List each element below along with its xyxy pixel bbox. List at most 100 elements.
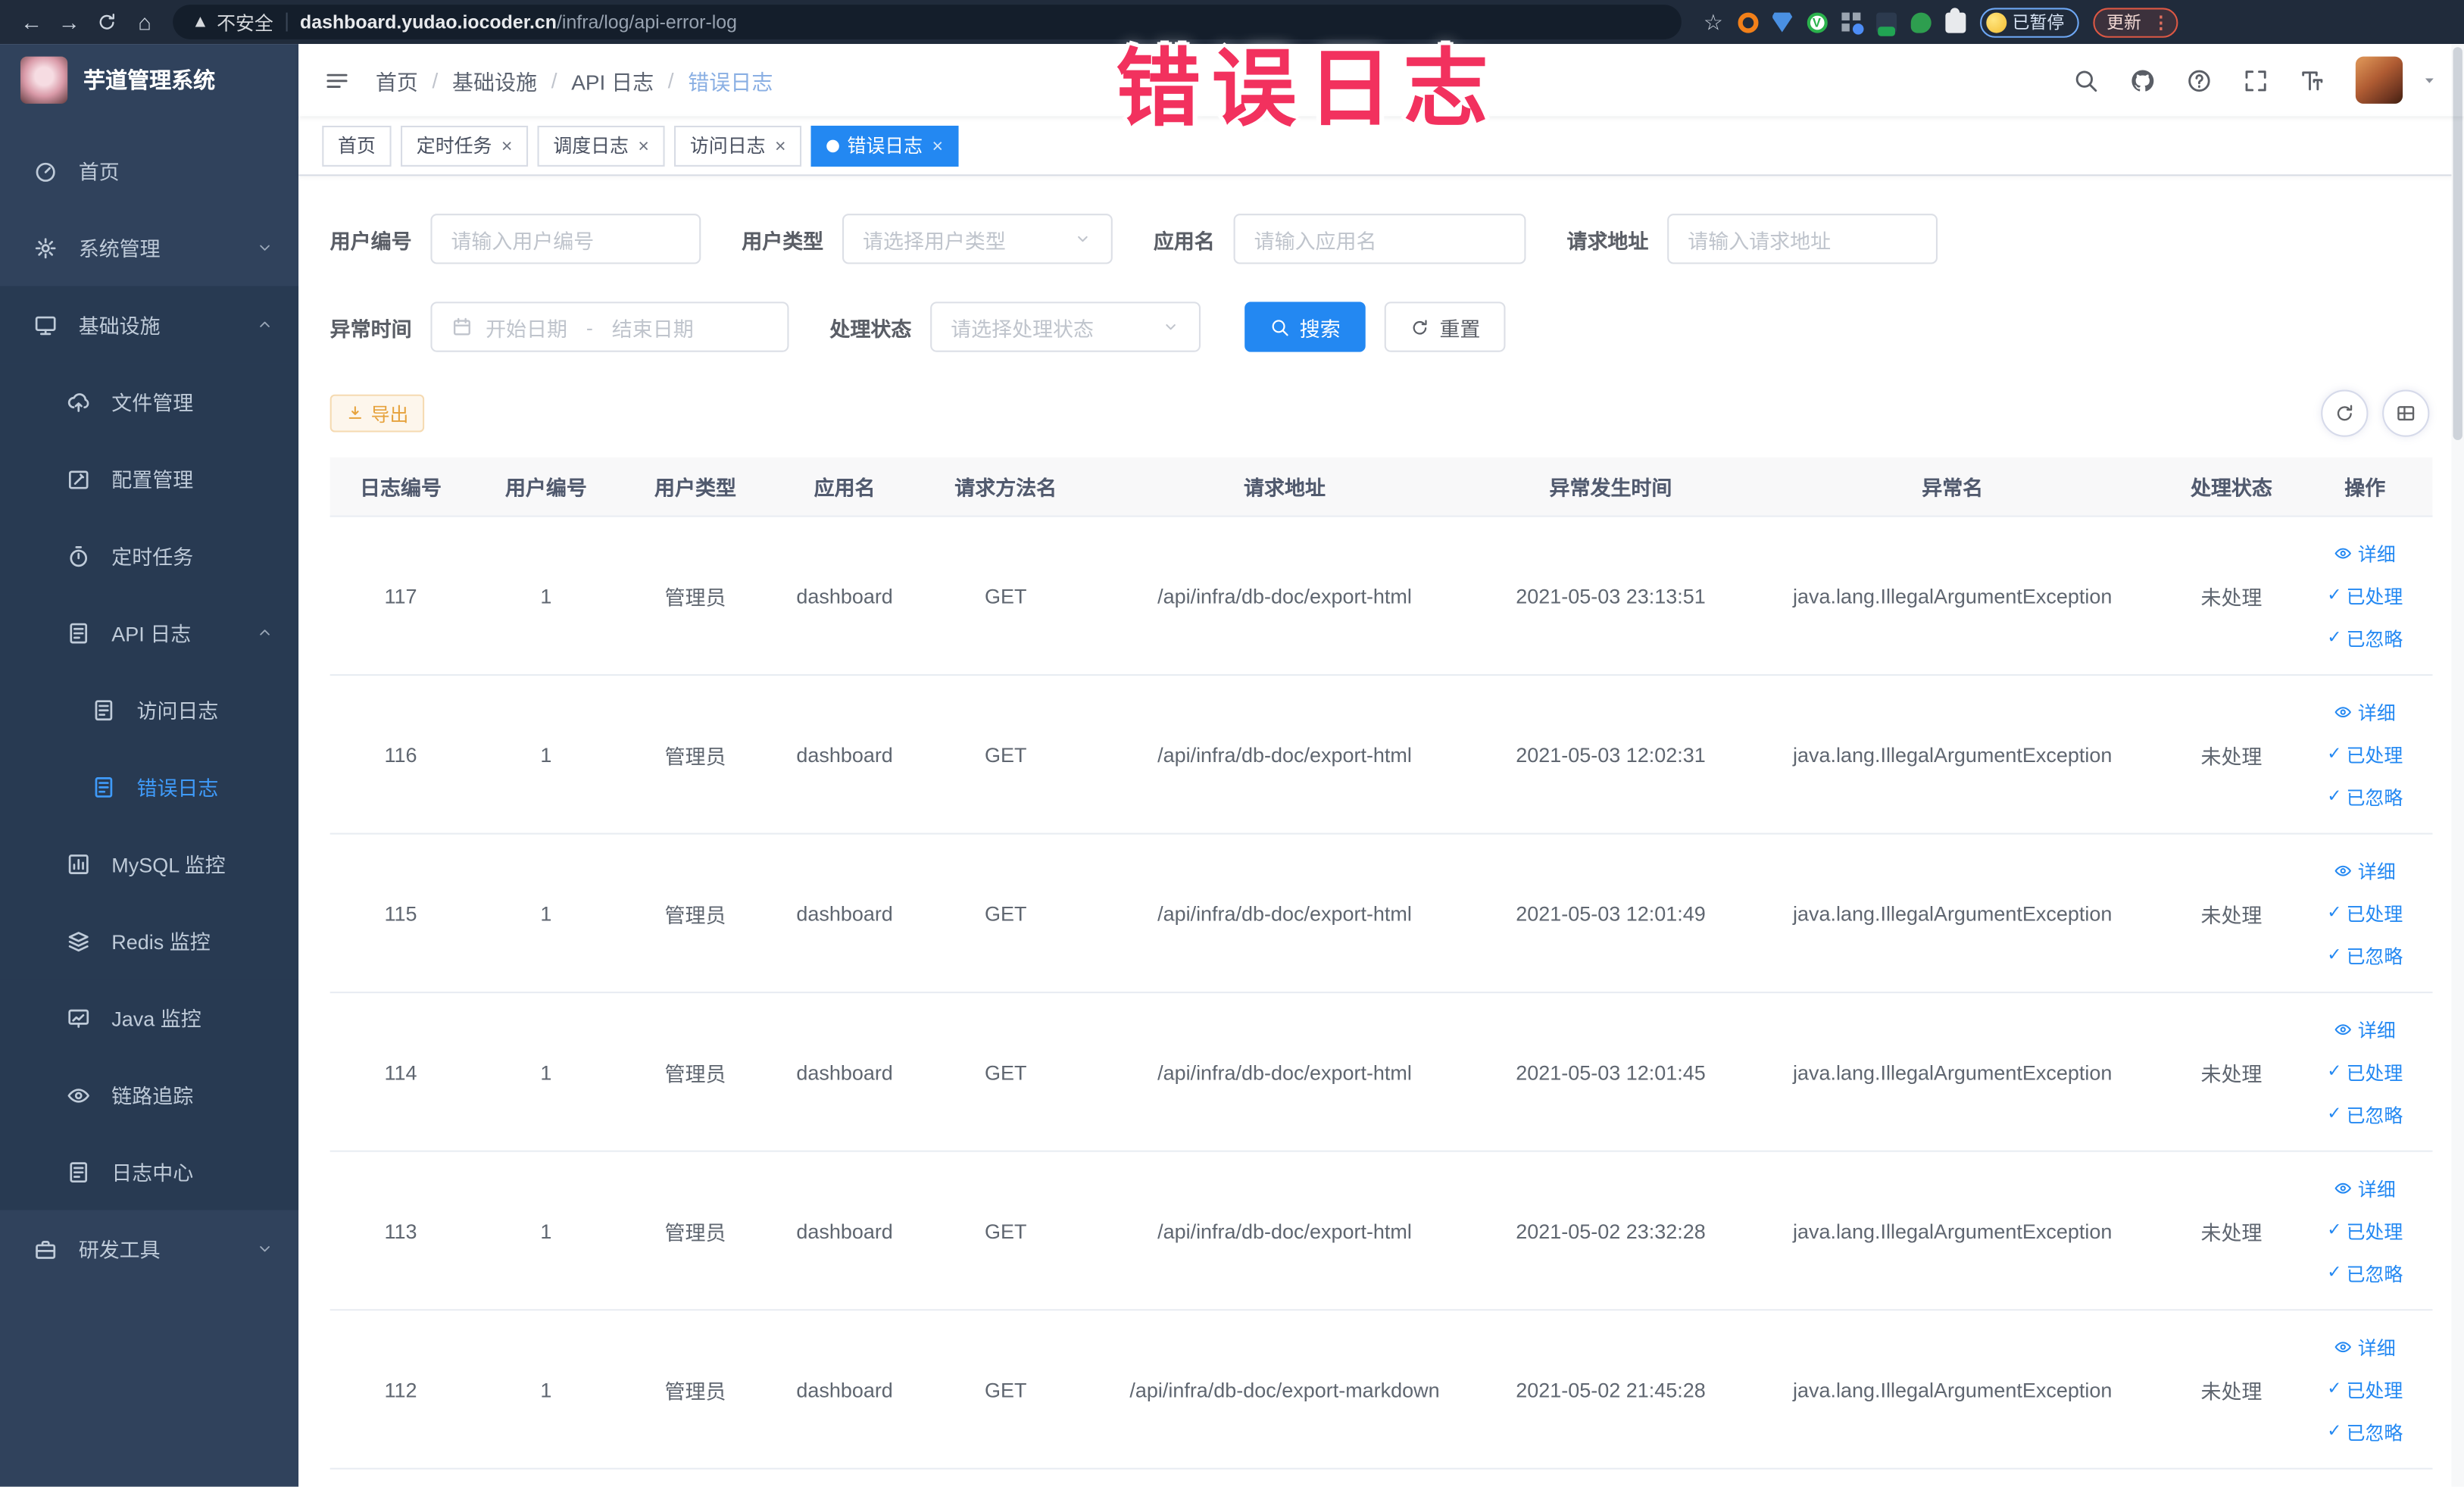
extension-shield-icon[interactable]: [1772, 11, 1793, 33]
extension-orange-icon[interactable]: [1737, 11, 1758, 33]
tab-close-icon[interactable]: ×: [638, 136, 649, 155]
sidebar-item-home[interactable]: 首页: [0, 132, 298, 209]
breadcrumb-item[interactable]: API 日志: [571, 64, 654, 95]
hamburger-icon[interactable]: [323, 67, 350, 93]
exception-time-input[interactable]: 开始日期 - 结束日期: [430, 301, 789, 352]
sidebar-item-api-log[interactable]: API 日志: [0, 594, 299, 671]
browser-menu-icon[interactable]: ⋮: [2152, 12, 2169, 33]
action-done-link[interactable]: ✓ 已处理: [2327, 1217, 2403, 1244]
address-bar[interactable]: ▲️ 不安全 dashboard.yudao.iocoder.cn/infra/…: [173, 5, 1682, 39]
back-icon[interactable]: ←: [13, 3, 51, 41]
breadcrumb-item[interactable]: 基础设施: [452, 64, 537, 95]
cell-id: 116: [384, 742, 417, 767]
tab-访问日志[interactable]: 访问日志 ×: [674, 124, 802, 166]
action-detail-link[interactable]: 详细: [2334, 858, 2396, 884]
help-icon[interactable]: [2186, 67, 2213, 93]
action-ignore-link[interactable]: ✓ 已忽略: [2327, 1418, 2403, 1445]
check-icon: ✓: [2327, 627, 2342, 647]
action-detail-link[interactable]: 详细: [2334, 698, 2396, 725]
sidebar-logo[interactable]: 芋道管理系统: [0, 44, 298, 116]
action-done-link[interactable]: ✓ 已处理: [2327, 583, 2403, 609]
breadcrumb-separator: /: [667, 68, 674, 92]
search-button[interactable]: 搜索: [1244, 301, 1366, 352]
check-icon: ✓: [2327, 1379, 2342, 1398]
sidebar-item-log-center[interactable]: 日志中心: [0, 1132, 299, 1211]
cell-user_id: 1: [540, 901, 552, 925]
tab-close-icon[interactable]: ×: [501, 136, 513, 155]
action-ignore-link[interactable]: ✓ 已忽略: [2327, 1260, 2403, 1286]
action-ignore-link[interactable]: ✓ 已忽略: [2327, 625, 2403, 651]
row-actions: 详细 ✓ 已处理 ✓ 已忽略: [2302, 540, 2428, 651]
java-icon: [66, 1005, 91, 1030]
action-done-link[interactable]: ✓ 已处理: [2327, 1376, 2403, 1402]
action-detail-link[interactable]: 详细: [2334, 540, 2396, 567]
cell-exception: java.lang.IllegalArgumentException: [1793, 901, 2113, 925]
sidebar-item-java[interactable]: Java 监控: [0, 979, 299, 1057]
bookmark-star-icon[interactable]: ☆: [1704, 8, 1723, 35]
extensions-puzzle-icon[interactable]: [1944, 7, 1966, 33]
tab-错误日志[interactable]: 错误日志 ×: [810, 124, 959, 166]
forward-icon[interactable]: →: [50, 3, 88, 41]
paused-pill-button[interactable]: 已暂停: [1979, 7, 2078, 37]
sidebar-item-mysql[interactable]: MySQL 监控: [0, 825, 299, 902]
scrollbar[interactable]: [2451, 44, 2464, 1487]
sidebar-item-infra[interactable]: 基础设施: [0, 286, 299, 364]
home-icon[interactable]: ⌂: [126, 3, 164, 41]
extension-green-v-icon[interactable]: V: [1806, 11, 1827, 33]
update-pill-button[interactable]: 更新 ⋮: [2092, 7, 2178, 37]
action-done-link[interactable]: ✓ 已处理: [2327, 900, 2403, 926]
column-header: 操作: [2344, 476, 2386, 500]
sidebar-item-redis[interactable]: Redis 监控: [0, 901, 299, 979]
action-ignore-link[interactable]: ✓ 已忽略: [2327, 1101, 2403, 1127]
sidebar-item-config[interactable]: 配置管理: [0, 439, 299, 517]
sidebar-item-trace[interactable]: 链路追踪: [0, 1056, 299, 1133]
action-done-link[interactable]: ✓ 已处理: [2327, 741, 2403, 767]
tab-定时任务[interactable]: 定时任务 ×: [401, 124, 529, 166]
action-detail-link[interactable]: 详细: [2334, 1175, 2396, 1201]
github-icon[interactable]: [2129, 67, 2156, 93]
req-url-input[interactable]: 请输入请求地址: [1667, 214, 1938, 264]
user-avatar[interactable]: [2355, 56, 2403, 104]
paused-label: 已暂停: [2012, 14, 2065, 33]
breadcrumb-separator: /: [432, 68, 439, 92]
sidebar-item-job[interactable]: 定时任务: [0, 517, 299, 595]
tab-close-icon[interactable]: ×: [775, 136, 786, 155]
action-detail-link[interactable]: 详细: [2334, 1016, 2396, 1042]
sidebar-item-system[interactable]: 系统管理: [0, 209, 298, 286]
font-size-icon[interactable]: [2299, 67, 2325, 93]
tab-close-icon[interactable]: ×: [932, 136, 944, 155]
fullscreen-icon[interactable]: [2242, 67, 2269, 93]
breadcrumb-item[interactable]: 首页: [376, 64, 418, 95]
sidebar-item-devtools[interactable]: 研发工具: [0, 1210, 298, 1287]
action-done-link[interactable]: ✓ 已处理: [2327, 1058, 2403, 1085]
extension-on-badge-icon[interactable]: [1875, 11, 1897, 36]
extension-sprout-icon[interactable]: [1910, 11, 1931, 33]
app-name-input[interactable]: 请输入应用名: [1233, 214, 1526, 264]
action-detail-link[interactable]: 详细: [2334, 1333, 2396, 1360]
tab-调度日志[interactable]: 调度日志 ×: [537, 124, 665, 166]
column-settings-button[interactable]: [2382, 389, 2430, 437]
cell-user_id: 1: [540, 742, 552, 767]
action-label: 已处理: [2346, 1220, 2403, 1242]
filter-group-user-type: 用户类型 请选择用户类型: [742, 214, 1113, 264]
reset-button[interactable]: 重置: [1384, 301, 1506, 352]
tab-首页[interactable]: 首页: [322, 124, 392, 166]
sidebar-item-error-log[interactable]: 错误日志: [0, 748, 299, 826]
action-ignore-link[interactable]: ✓ 已忽略: [2327, 783, 2403, 810]
sidebar-item-label: API 日志: [111, 622, 192, 646]
extension-grid-icon[interactable]: [1841, 11, 1863, 34]
cell-user_type: 管理员: [664, 744, 726, 768]
check-icon: ✓: [2327, 1104, 2342, 1123]
cell-time: 2021-05-03 12:01:45: [1516, 1060, 1706, 1084]
user-id-input[interactable]: 请输入用户编号: [430, 214, 701, 264]
caret-down-icon[interactable]: [2420, 70, 2439, 89]
search-icon[interactable]: [2072, 67, 2099, 93]
process-status-select[interactable]: 请选择处理状态: [930, 301, 1201, 352]
sidebar-item-access-log[interactable]: 访问日志: [0, 670, 299, 748]
refresh-table-button[interactable]: [2321, 389, 2369, 437]
action-ignore-link[interactable]: ✓ 已忽略: [2327, 942, 2403, 969]
reload-icon[interactable]: [88, 3, 126, 41]
user-type-select[interactable]: 请选择用户类型: [842, 214, 1113, 264]
sidebar-item-file[interactable]: 文件管理: [0, 363, 299, 440]
export-button[interactable]: 导出: [329, 394, 425, 433]
